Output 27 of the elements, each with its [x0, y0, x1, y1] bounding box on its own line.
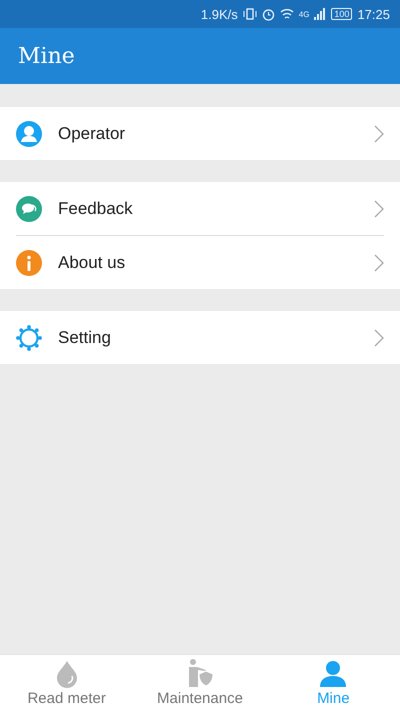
network-type: 4G	[298, 10, 310, 18]
menu-label: Operator	[58, 124, 126, 144]
menu-label: About us	[58, 252, 126, 272]
info-icon	[16, 250, 42, 276]
nav-tab[interactable]: Maintenance	[133, 655, 267, 711]
wifi-icon	[280, 8, 294, 20]
chevron-right-icon	[374, 254, 384, 272]
nav-tab[interactable]: Read meter	[0, 655, 134, 711]
alarm-icon	[262, 8, 275, 20]
chevron-right-icon	[374, 200, 384, 218]
menu-label: Setting	[58, 328, 112, 348]
chevron-right-icon	[374, 328, 384, 346]
nav-label: Read meter	[27, 690, 106, 707]
battery-level: 100	[331, 8, 352, 20]
network-speed: 1.9K/s	[200, 6, 238, 22]
chat-icon	[16, 196, 42, 222]
signal-icon	[314, 8, 326, 20]
nav-label: Mine	[317, 690, 350, 707]
chevron-right-icon	[374, 124, 384, 142]
person-icon	[319, 660, 348, 688]
settings-icon	[16, 324, 42, 350]
page-title: Mine	[18, 44, 75, 68]
clock: 17:25	[357, 6, 390, 22]
vibrate-icon	[242, 8, 257, 20]
menu-label: Feedback	[58, 198, 134, 218]
nav-label: Maintenance	[157, 690, 243, 707]
person-icon	[16, 120, 42, 146]
